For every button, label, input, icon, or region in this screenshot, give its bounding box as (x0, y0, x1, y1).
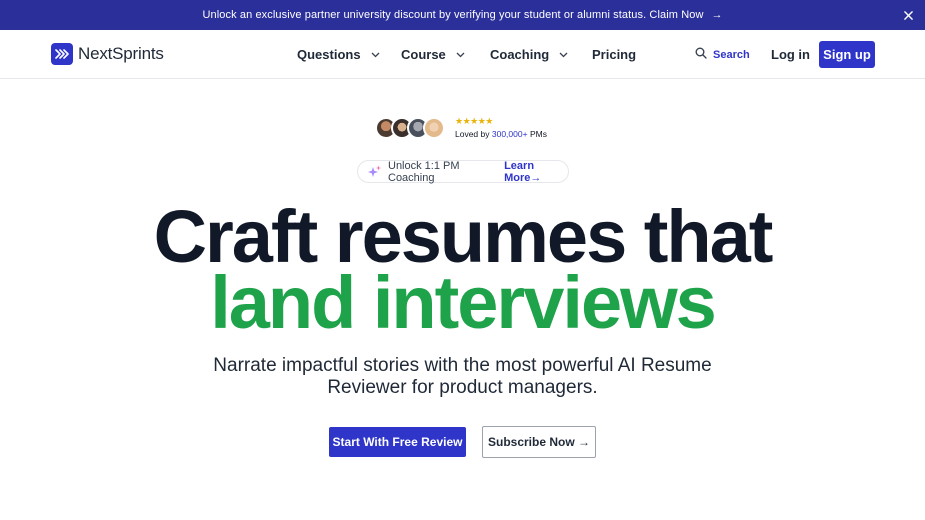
nav-item-pricing[interactable]: Pricing (592, 47, 636, 62)
chevron-down-icon (371, 52, 380, 58)
loved-prefix: Loved by (455, 129, 490, 139)
nav-item-course[interactable]: Course (401, 47, 465, 62)
user-count: 300,000+ (491, 129, 528, 139)
logo-mark-icon (51, 43, 73, 65)
social-proof: ★★★★★ Loved by 300,000+ PMs (375, 116, 547, 139)
top-navigation: NextSprints Questions Course Coaching Pr… (0, 30, 925, 79)
nav-item-label: Pricing (592, 47, 637, 62)
start-free-review-button[interactable]: Start With Free Review (329, 427, 466, 457)
nav-item-questions[interactable]: Questions (297, 47, 380, 62)
announcement-banner: Unlock an exclusive partner university d… (0, 0, 925, 30)
social-proof-text: ★★★★★ Loved by 300,000+ PMs (455, 116, 547, 139)
search-button[interactable]: Search (695, 47, 750, 62)
search-icon (695, 47, 707, 62)
loved-suffix: PMs (529, 129, 547, 139)
loved-by-line: Loved by 300,000+ PMs (455, 129, 547, 139)
nav-item-coaching[interactable]: Coaching (490, 47, 568, 62)
learn-more-link[interactable]: Learn More→ (504, 160, 568, 184)
chevron-down-icon (456, 52, 465, 58)
nav-item-label: Course (401, 47, 446, 62)
banner-arrow-icon[interactable]: → (712, 9, 723, 21)
nav-item-label: Coaching (490, 47, 550, 62)
star-rating-icon: ★★★★★ (455, 116, 493, 126)
login-link[interactable]: Log in (771, 47, 810, 62)
search-label: Search (713, 48, 750, 61)
hero-title-line2: land interviews (210, 261, 717, 344)
coaching-pill[interactable]: Unlock 1:1 PM Coaching Learn More→ (357, 159, 569, 184)
subscribe-now-button[interactable]: Subscribe Now → (482, 426, 596, 458)
banner-text[interactable]: Unlock an exclusive partner university d… (202, 9, 703, 21)
sparkle-icon (367, 165, 382, 178)
pill-label: Unlock 1:1 PM Coaching (388, 159, 460, 184)
chevron-down-icon (559, 52, 568, 58)
nav-item-label: Questions (297, 47, 361, 62)
brand-name: NextSprints (78, 44, 164, 63)
avatar (423, 116, 445, 139)
close-icon[interactable] (901, 8, 915, 22)
avatar-group (375, 116, 445, 139)
brand-logo[interactable]: NextSprints (51, 43, 164, 65)
signup-button[interactable]: Sign up (819, 41, 875, 68)
hero-subtitle: Narrate impactful stories with the most … (213, 355, 712, 398)
